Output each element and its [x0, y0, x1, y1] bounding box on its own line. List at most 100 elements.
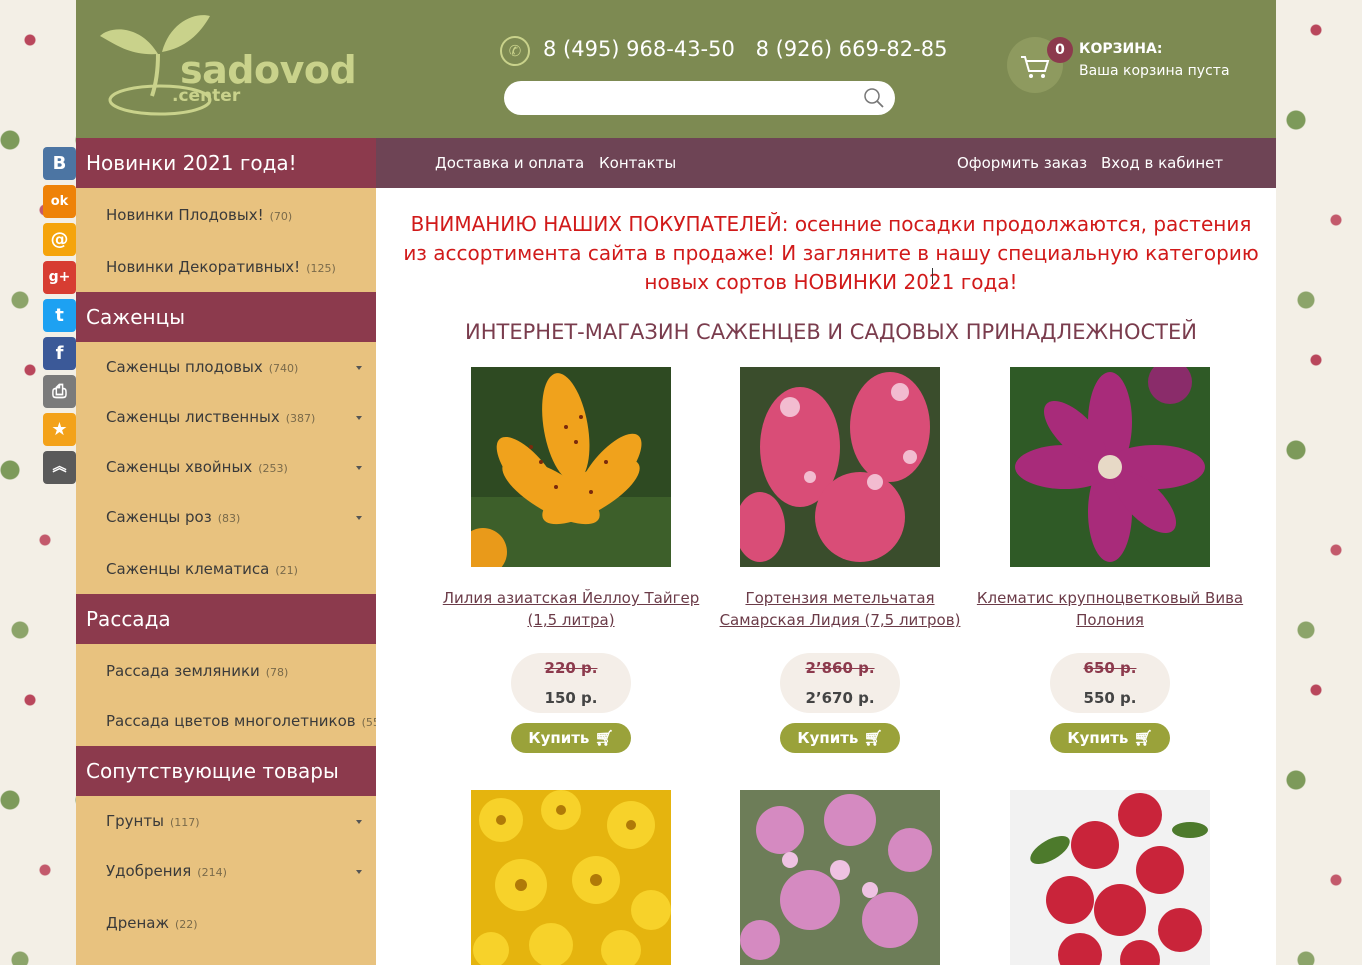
pink-flowers-image: [740, 790, 940, 965]
sidebar-item-count: (117): [169, 816, 200, 829]
sidebar-section-saplings[interactable]: Саженцы: [76, 292, 376, 342]
sidebar-item-conifer[interactable]: Саженцы хвойных (253): [106, 458, 376, 482]
sidebar-item-label: Дренаж: [106, 914, 169, 932]
google-plus-icon[interactable]: g+: [43, 261, 76, 294]
chevron-down-icon[interactable]: [356, 820, 362, 824]
nav-checkout[interactable]: Оформить заказ: [957, 154, 1087, 172]
buy-button-label: Купить: [1067, 729, 1129, 747]
favorite-star-icon[interactable]: ★: [43, 413, 76, 446]
sidebar-item-fertilizer[interactable]: Удобрения (214): [106, 862, 376, 886]
buy-button[interactable]: Купить 🛒︎: [511, 723, 631, 753]
logo[interactable]: sadovod .center: [100, 14, 357, 122]
buy-button[interactable]: Купить 🛒︎: [1050, 723, 1170, 753]
cart-icon: 🛒︎: [594, 729, 614, 747]
sidebar-item-label: Грунты: [106, 812, 164, 830]
vk-icon[interactable]: В: [43, 147, 76, 180]
sidebar-item-label: Удобрения: [106, 862, 192, 880]
old-price: 220 р.: [544, 659, 598, 677]
sidebar-item-label: Саженцы плодовых: [106, 358, 263, 376]
sidebar-item-new-fruit[interactable]: Новинки Плодовых! (70): [106, 206, 376, 230]
cart-title[interactable]: КОРЗИНА:: [1079, 41, 1162, 57]
product-name[interactable]: Клематис крупноцветковый Вива Полония: [975, 587, 1245, 631]
chevron-down-icon[interactable]: [356, 416, 362, 420]
phone-2[interactable]: 8 (926) 669-82-85: [756, 37, 948, 61]
sidebar-item-strawberry[interactable]: Рассада земляники (78): [106, 662, 376, 686]
sidebar-item-deciduous[interactable]: Саженцы лиственных (387): [106, 408, 376, 432]
sidebar-section-new[interactable]: Новинки 2021 года!: [76, 138, 376, 188]
price-box: 650 р. 550 р.: [1050, 653, 1170, 713]
product-image-hydrangea[interactable]: [740, 367, 940, 567]
scroll-up-icon[interactable]: ︽: [43, 451, 76, 484]
chevron-down-icon[interactable]: [356, 366, 362, 370]
mail-ru-icon[interactable]: @: [43, 223, 76, 256]
search-icon[interactable]: [863, 87, 885, 109]
sidebar-item-count: (214): [197, 866, 227, 879]
sidebar-item-label: Саженцы хвойных: [106, 458, 253, 476]
sidebar: Новинки 2021 года! Новинки Плодовых! (70)…: [76, 138, 376, 965]
current-price: 2’670 р.: [805, 689, 875, 707]
search-box: [504, 81, 895, 115]
yellow-flowers-image: [471, 790, 671, 965]
product-image-lily[interactable]: [471, 367, 671, 567]
product-image-apples[interactable]: [1010, 790, 1210, 965]
search-input[interactable]: [518, 88, 848, 108]
sidebar-item-new-decor[interactable]: Новинки Декоративных! (125): [106, 258, 376, 282]
product-image-clematis[interactable]: [1010, 367, 1210, 567]
odnoklassniki-icon[interactable]: ok: [43, 185, 76, 218]
product-name[interactable]: Гортензия метельчатая Самарская Лидия (7…: [705, 587, 975, 631]
phone-numbers: 8 (495) 968-43-50 8 (926) 669-82-85: [543, 37, 961, 61]
sidebar-section-accessories[interactable]: Сопутствующие товары: [76, 746, 376, 796]
product-image-pink-flowers[interactable]: [740, 790, 940, 965]
sidebar-item-count: (253): [258, 462, 288, 475]
buy-button-label: Купить: [528, 729, 590, 747]
product-name[interactable]: Лилия азиатская Йеллоу Тайгер (1,5 литра…: [436, 587, 706, 631]
nav-contacts[interactable]: Контакты: [599, 154, 676, 172]
sidebar-item-count: (78): [265, 666, 289, 679]
sidebar-item-perennials[interactable]: Рассада цветов многолетников (552: [106, 712, 376, 736]
header: sadovod .center ✆ 8 (495) 968-43-50 8 (9…: [76, 0, 1276, 138]
sidebar-item-label: Саженцы клематиса: [106, 560, 270, 578]
sidebar-item-label: Новинки Плодовых!: [106, 206, 264, 224]
sidebar-item-count: (125): [306, 262, 336, 275]
phone-1[interactable]: 8 (495) 968-43-50: [543, 37, 735, 61]
sidebar-item-clematis[interactable]: Саженцы клематиса (21): [106, 560, 376, 584]
clematis-image: [1010, 367, 1210, 567]
cart-icon: 🛒︎: [1133, 729, 1153, 747]
nav-delivery[interactable]: Доставка и оплата: [435, 154, 584, 172]
buy-button[interactable]: Купить 🛒︎: [780, 723, 900, 753]
current-price: 550 р.: [1083, 689, 1137, 707]
price-box: 220 р. 150 р.: [511, 653, 631, 713]
sidebar-item-count: (21): [275, 564, 298, 577]
current-price: 150 р.: [544, 689, 598, 707]
print-icon[interactable]: ⎙: [43, 375, 76, 408]
cart-status: Ваша корзина пуста: [1079, 63, 1230, 79]
sidebar-item-count: (552: [361, 716, 376, 729]
page: sadovod .center ✆ 8 (495) 968-43-50 8 (9…: [76, 0, 1276, 965]
sidebar-item-count: (83): [217, 512, 241, 525]
shop-title: ИНТЕРНЕТ-МАГАЗИН САЖЕНЦЕВ И САДОВЫХ ПРИН…: [465, 320, 1197, 344]
sidebar-item-count: (740): [268, 362, 299, 375]
cart-count-badge: 0: [1047, 37, 1073, 63]
sidebar-section-seedlings[interactable]: Рассада: [76, 594, 376, 644]
sidebar-item-label: Рассада земляники: [106, 662, 260, 680]
chevron-down-icon[interactable]: [356, 870, 362, 874]
facebook-icon[interactable]: f: [43, 337, 76, 370]
sidebar-item-soil[interactable]: Грунты (117): [106, 812, 376, 836]
text-cursor-icon: [932, 268, 934, 284]
phone-icon: ✆: [500, 36, 530, 66]
sidebar-item-count: (22): [174, 918, 198, 931]
old-price: 650 р.: [1083, 659, 1137, 677]
sidebar-item-label: Новинки Декоративных!: [106, 258, 301, 276]
sidebar-item-fruit[interactable]: Саженцы плодовых (740): [106, 358, 376, 382]
apples-image: [1010, 790, 1210, 965]
sidebar-item-roses[interactable]: Саженцы роз (83): [106, 508, 376, 532]
buy-button-label: Купить: [797, 729, 859, 747]
chevron-down-icon[interactable]: [356, 466, 362, 470]
product-image-yellow-flowers[interactable]: [471, 790, 671, 965]
chevron-down-icon[interactable]: [356, 516, 362, 520]
twitter-icon[interactable]: t: [43, 299, 76, 332]
price-box: 2’860 р. 2’670 р.: [780, 653, 900, 713]
nav-login[interactable]: Вход в кабинет: [1101, 154, 1223, 172]
sidebar-item-label: Саженцы лиственных: [106, 408, 280, 426]
sidebar-item-drainage[interactable]: Дренаж (22): [106, 914, 376, 938]
